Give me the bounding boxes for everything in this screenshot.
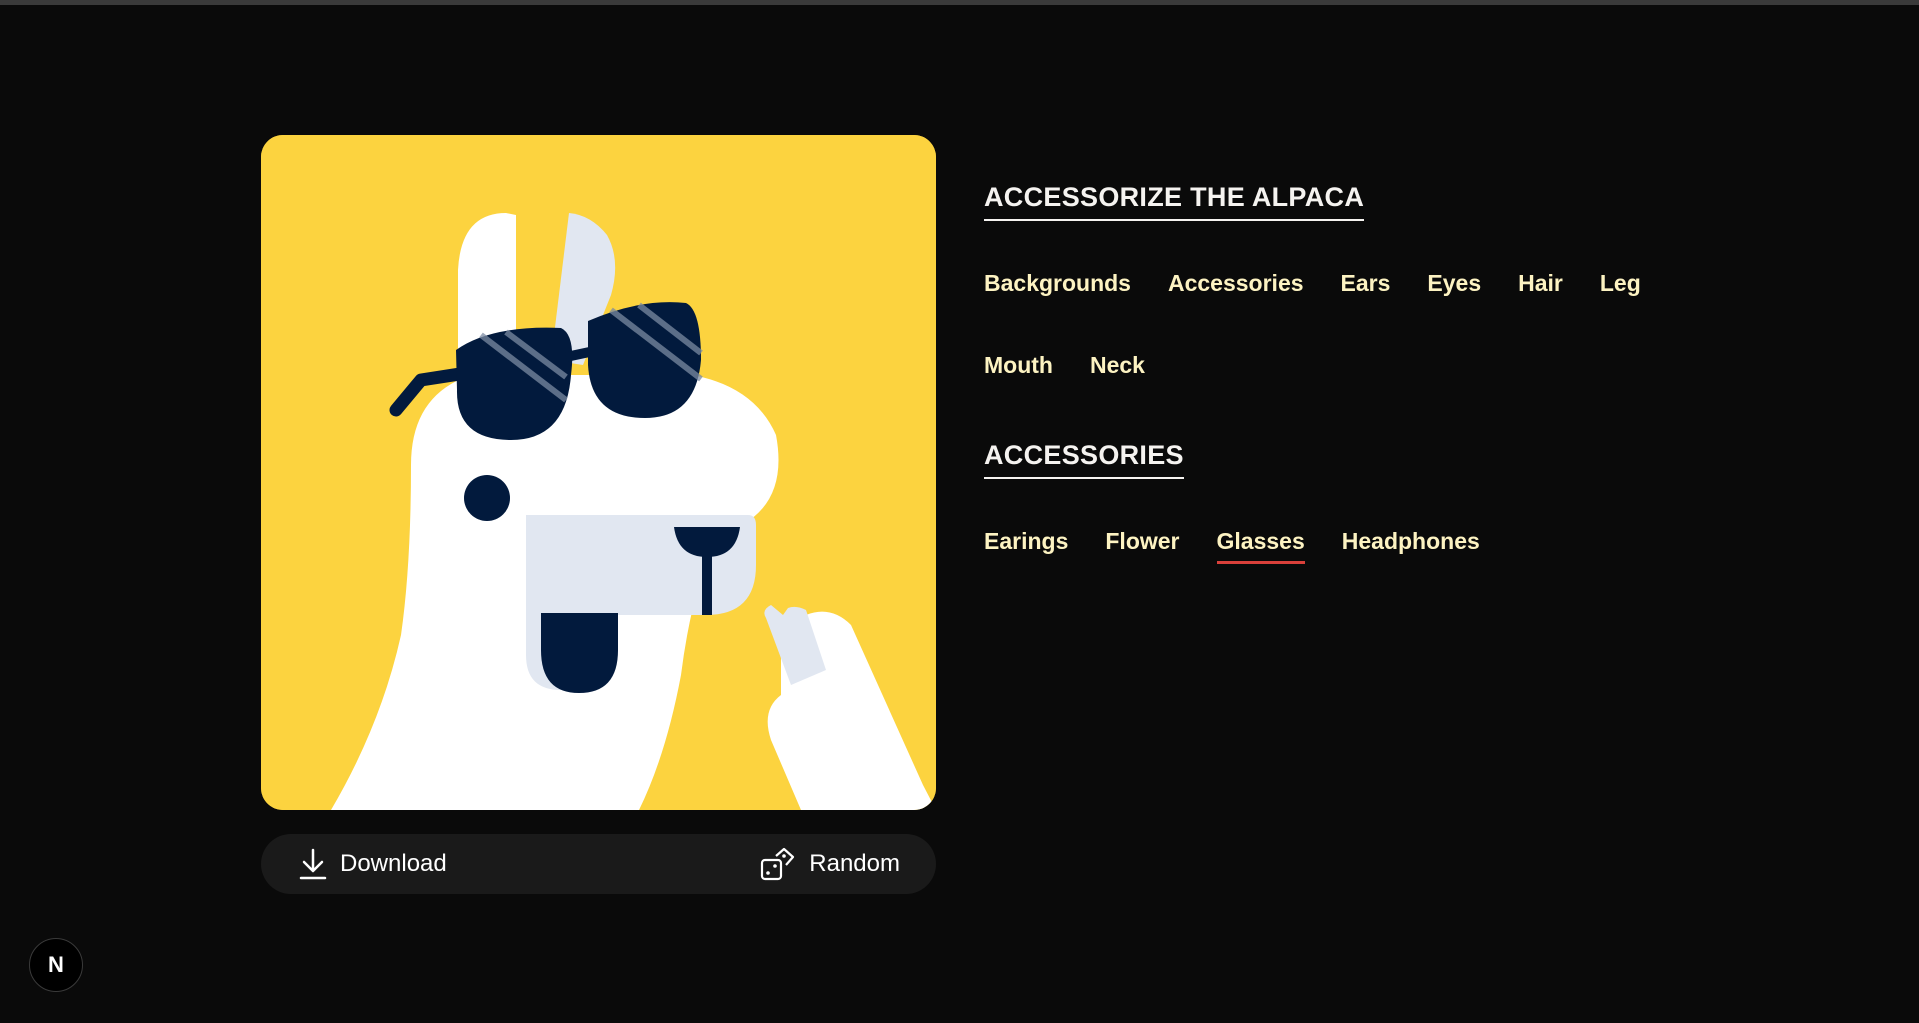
random-label: Random [809,850,900,877]
option-glasses[interactable]: Glasses [1216,528,1305,564]
download-label: Download [340,850,447,877]
tab-eyes[interactable]: Eyes [1427,270,1481,306]
tab-ears[interactable]: Ears [1341,270,1391,306]
glasses-right-lens [588,302,701,418]
action-bar: Download Random [261,834,936,894]
dice-icon [761,847,795,881]
style-options: Earings Flower Glasses Headphones [984,528,1704,564]
alpaca-illustration [261,135,936,810]
option-earings[interactable]: Earings [984,528,1068,564]
alpaca-preview [261,135,936,810]
tab-hair[interactable]: Hair [1518,270,1563,306]
eye [464,475,510,521]
tongue [541,613,618,693]
nextjs-dev-badge[interactable]: N [29,938,83,992]
badge-letter: N [48,952,64,977]
tab-neck[interactable]: Neck [1090,352,1145,388]
option-headphones[interactable]: Headphones [1342,528,1480,564]
tab-backgrounds[interactable]: Backgrounds [984,270,1131,306]
section-title: ACCESSORIES [984,440,1184,479]
tab-accessories[interactable]: Accessories [1168,270,1304,306]
page-title: ACCESSORIZE THE ALPACA [984,182,1365,221]
part-tabs: Backgrounds Accessories Ears Eyes Hair L… [984,270,1704,388]
nose-line [702,545,712,615]
random-button[interactable]: Random [760,834,900,894]
tab-leg[interactable]: Leg [1600,270,1641,306]
option-flower[interactable]: Flower [1105,528,1179,564]
download-button[interactable]: Download [299,834,447,894]
download-icon [299,848,327,880]
tab-mouth[interactable]: Mouth [984,352,1053,388]
browser-top-border [0,0,1919,5]
